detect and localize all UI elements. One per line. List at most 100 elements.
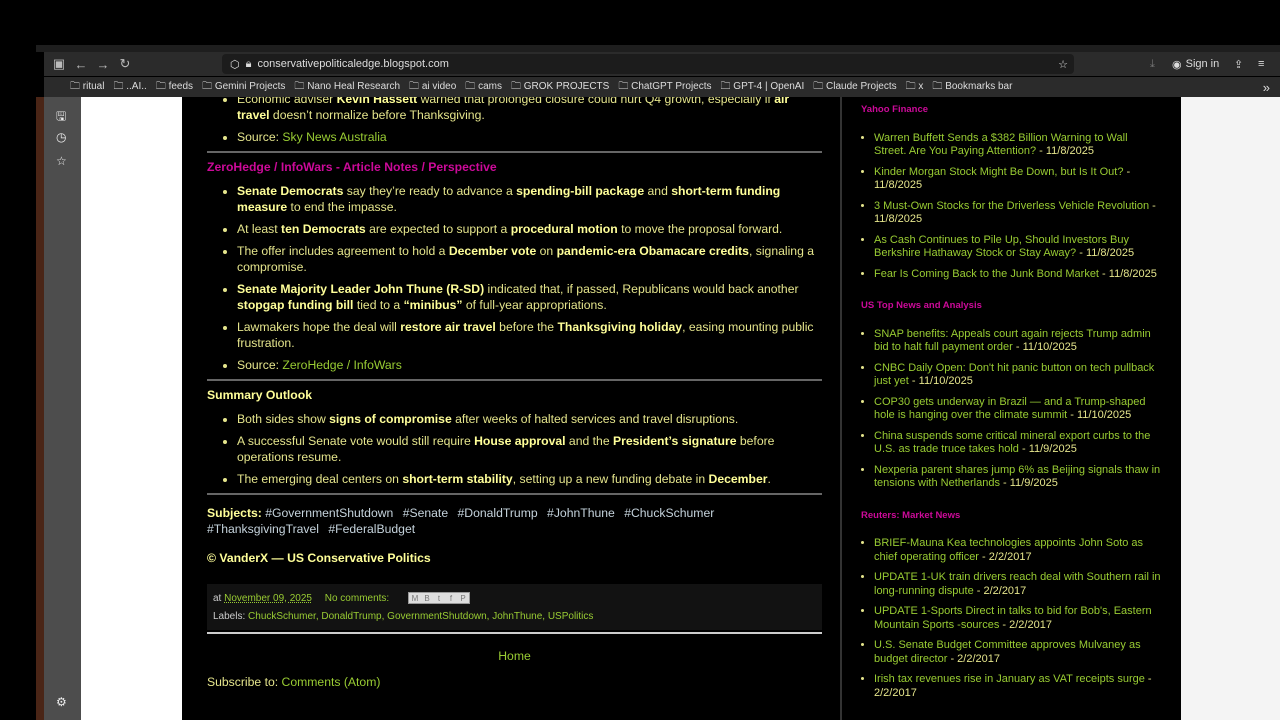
hashtag-link[interactable]: #FederalBudget	[328, 522, 415, 536]
bookmark-item[interactable]: 🗀︎ ChatGPT Projects	[618, 79, 711, 96]
hashtag-link[interactable]: #ChuckSchumer	[624, 506, 714, 520]
news-link[interactable]: U.S. Senate Budget Committee approves Mu…	[874, 639, 1141, 665]
text: and the	[565, 434, 613, 448]
bookmark-item[interactable]: 🗀︎ ..AI..	[113, 79, 146, 96]
sidebar-item: As Cash Continues to Pile Up, Should Inv…	[874, 234, 1161, 261]
blog-icon[interactable]: B	[421, 593, 433, 603]
hashtag-link[interactable]: #GovernmentShutdown	[265, 506, 393, 520]
comments-link[interactable]: No comments:	[325, 593, 389, 604]
twitter-icon[interactable]: t	[433, 593, 445, 603]
download-icon[interactable]: ⤓	[1150, 58, 1155, 71]
bookmark-item[interactable]: 🗀︎ Nano Heal Research	[294, 79, 400, 96]
bookmark-item[interactable]: 🗀︎ ai video	[409, 79, 456, 96]
folder-icon: 🗀︎	[510, 80, 524, 92]
news-link[interactable]: 3 Must-Own Stocks for the Driverless Veh…	[874, 200, 1149, 212]
hashtag-link[interactable]: #JohnThune	[547, 506, 615, 520]
zerohedge-heading: ZeroHedge / InfoWars - Article Notes / P…	[207, 160, 497, 174]
list-item: At least ten Democrats are expected to s…	[237, 221, 822, 237]
bookmark-item[interactable]: 🗀︎ x	[906, 79, 924, 96]
text: At least	[237, 222, 282, 236]
text: on	[536, 244, 557, 258]
list-item: A successful Senate vote would still req…	[237, 433, 822, 465]
email-icon[interactable]: M	[409, 593, 421, 603]
account-icon: ◉	[1172, 58, 1182, 71]
extensions-icon[interactable]: ⇪	[1234, 58, 1243, 71]
bold-text: restore air travel	[400, 320, 496, 334]
divider	[207, 379, 822, 381]
back-icon[interactable]: ←	[70, 53, 92, 75]
text: , setting up a new funding debate in	[512, 472, 709, 486]
bookmark-item[interactable]: 🗀︎ Bookmarks bar	[932, 79, 1012, 96]
news-link[interactable]: China suspends some critical mineral exp…	[874, 430, 1150, 456]
labels-links[interactable]: ChuckSchumer, DonaldTrump, GovernmentShu…	[248, 611, 593, 622]
text: .	[767, 472, 771, 486]
text: The offer includes agreement to hold a	[237, 244, 449, 258]
text: Economic adviser	[237, 97, 337, 106]
forward-icon[interactable]: →	[92, 53, 114, 75]
text: The emerging deal centers on	[237, 472, 403, 486]
bookmark-item[interactable]: 🗀︎ Gemini Projects	[202, 79, 285, 96]
post-date-link[interactable]: November 09, 2025	[224, 593, 312, 604]
news-date: 11/10/2025	[1077, 409, 1132, 421]
bookmarks-icon[interactable]: ☆	[56, 154, 67, 168]
list-item: Both sides show signs of compromise afte…	[237, 411, 822, 427]
list-item: Source: Sky News Australia	[237, 129, 822, 145]
save-icon[interactable]: 🖫	[56, 107, 66, 128]
sidebar-heading: US Top News and Analysis	[861, 300, 982, 311]
folder-icon: 🗀︎	[905, 80, 919, 92]
bookmark-item[interactable]: 🗀︎ Claude Projects	[813, 79, 896, 96]
bookmarks-overflow-icon[interactable]: »	[1263, 80, 1270, 95]
sidebar-item: BRIEF-Mauna Kea technologies appoints Jo…	[874, 537, 1161, 564]
divider	[207, 151, 822, 153]
blog-sidebar: Yahoo Finance Warren Buffett Sends a $382…	[861, 103, 1161, 718]
list-item: Source: ZeroHedge / InfoWars	[237, 357, 822, 373]
source-link[interactable]: ZeroHedge / InfoWars	[282, 358, 401, 372]
pinterest-icon[interactable]: P	[457, 593, 469, 603]
bookmark-star-icon[interactable]: ☆	[1058, 58, 1068, 71]
list-item: Economic adviser Kevin Hassett warned th…	[237, 97, 822, 123]
text: Source:	[237, 358, 283, 372]
bookmark-label: Bookmarks bar	[945, 80, 1013, 92]
bold-text: Senate Majority Leader John Thune (R-SD)	[237, 282, 485, 296]
address-bar[interactable]: ⬡ 🔒︎ conservativepoliticaledge.blogspot.…	[222, 54, 1074, 74]
hashtag-link[interactable]: #Senate	[403, 506, 448, 520]
bookmark-item[interactable]: 🗀︎ cams	[465, 79, 502, 96]
comments-atom-link[interactable]: Comments (Atom)	[282, 675, 381, 689]
history-icon[interactable]: ◷	[56, 130, 66, 144]
hashtag-link[interactable]: #DonaldTrump	[457, 506, 537, 520]
bold-text: pandemic-era Obamacare credits	[556, 244, 749, 258]
text: indicated that, if passed, Republicans w…	[484, 282, 799, 296]
sidebar-item: Irish tax revenues rise in January as VA…	[874, 673, 1161, 700]
bookmark-item[interactable]: 🗀︎ feeds	[156, 79, 193, 96]
bookmark-item[interactable]: 🗀︎ GPT-4 | OpenAI	[721, 79, 805, 96]
news-date: 2/2/2017	[1009, 618, 1052, 631]
sidebar-toggle-icon[interactable]: ▣	[48, 53, 70, 75]
bookmark-label: Claude Projects	[826, 80, 897, 92]
divider	[207, 493, 822, 495]
reload-icon[interactable]: ↻	[114, 53, 136, 75]
news-link[interactable]: CNBC Daily Open: Don't hit panic button …	[874, 362, 1154, 388]
news-link[interactable]: Irish tax revenues rise in January as VA…	[874, 673, 1145, 685]
post-footer: at November 09, 2025 No comments: MBtfP …	[207, 584, 822, 630]
source-link[interactable]: Sky News Australia	[282, 130, 386, 144]
text: Both sides show	[237, 412, 330, 426]
facebook-icon[interactable]: f	[445, 593, 457, 603]
folder-icon: 🗀︎	[113, 80, 127, 92]
subscribe-label: Subscribe to:	[207, 675, 279, 689]
sign-in-label: Sign in	[1185, 57, 1220, 70]
news-link[interactable]: Kinder Morgan Stock Might Be Down, but I…	[874, 166, 1123, 178]
menu-icon[interactable]: ≡	[1258, 58, 1264, 70]
page-background-left	[81, 97, 182, 720]
home-link[interactable]: Home	[498, 649, 531, 663]
url-text[interactable]: conservativepoliticaledge.blogspot.com	[257, 58, 448, 70]
sign-in-button[interactable]: ◉ Sign in	[1172, 58, 1219, 71]
settings-icon[interactable]: ⚙	[56, 695, 67, 709]
news-date: 11/10/2025	[918, 375, 973, 387]
bookmark-item[interactable]: 🗀︎ GROK PROJECTS	[511, 79, 609, 96]
news-link[interactable]: Fear Is Coming Back to the Junk Bond Mar…	[874, 268, 1099, 280]
bookmark-item[interactable]: 🗀︎ ritual	[70, 79, 104, 96]
folder-icon: 🗀︎	[720, 80, 734, 92]
hashtag-link[interactable]: #ThanksgivingTravel	[207, 522, 319, 536]
news-link[interactable]: SNAP benefits: Appeals court again rejec…	[874, 328, 1151, 354]
list-item: Lawmakers hope the deal will restore air…	[237, 319, 822, 351]
